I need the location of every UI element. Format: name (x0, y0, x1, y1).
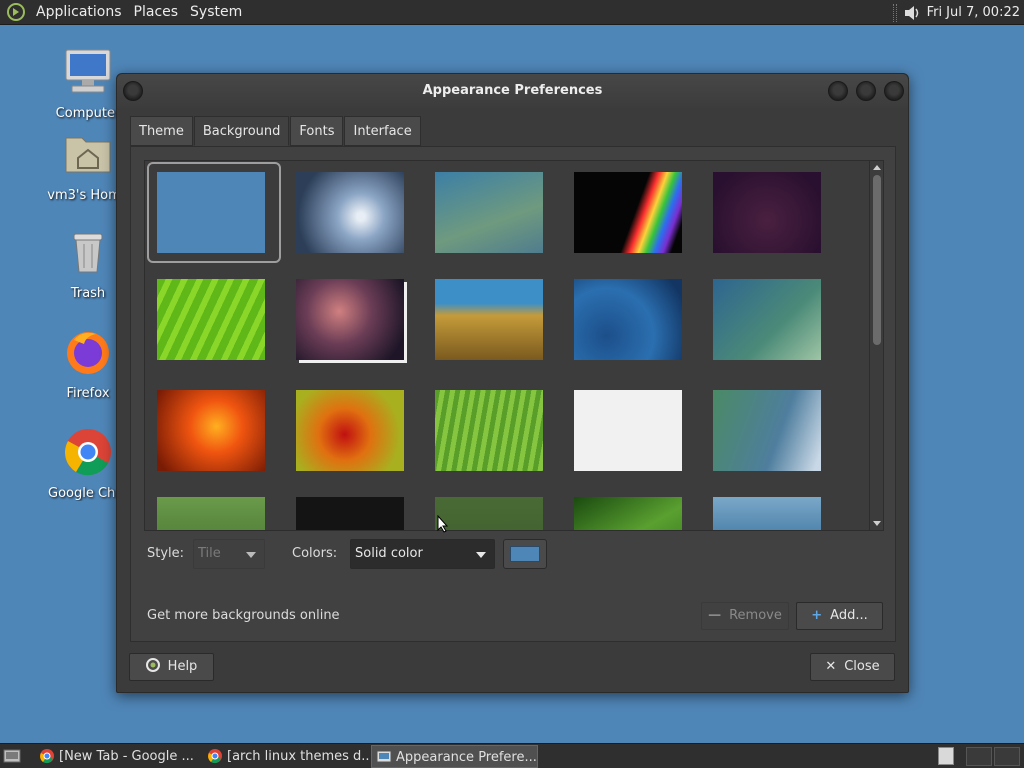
style-label: Style: (147, 546, 185, 561)
chevron-down-icon (476, 552, 486, 558)
help-button[interactable]: Help (129, 653, 214, 681)
chrome-icon (40, 749, 54, 764)
close-button[interactable]: ✕ Close (810, 653, 895, 681)
chrome-icon (64, 429, 111, 476)
chrome-icon (208, 749, 222, 764)
appearance-icon (376, 750, 392, 763)
tab-background[interactable]: Background (193, 116, 290, 146)
wallpaper-thumb-purple-flowers[interactable] (157, 497, 265, 530)
gallery-actions-row: Get more backgrounds online — Remove + Add… (131, 602, 895, 630)
gallery-scrollbar[interactable] (869, 161, 883, 530)
wallpaper-thumb-green-leaf[interactable] (157, 279, 265, 360)
clock[interactable]: Fri Jul 7, 00:22 (921, 5, 1024, 20)
wallpaper-thumb-wheat-field[interactable] (435, 279, 543, 360)
panel-separator (892, 3, 897, 22)
remove-label: Remove (729, 608, 782, 623)
wallpaper-thumb-red-marigold[interactable] (296, 390, 404, 471)
wallpaper-thumb-solid-blue[interactable] (157, 172, 265, 253)
mate-logo-icon[interactable] (6, 2, 26, 22)
colors-label: Colors: (292, 546, 338, 561)
wallpaper-thumb-green-leaves[interactable] (574, 497, 682, 530)
background-tab-panel: Style: Tile Colors: Solid color Get more… (130, 146, 896, 642)
task-label: Appearance Prefere... (396, 750, 537, 765)
task-new-tab[interactable]: [New Tab - Google ... (35, 745, 201, 768)
system-menu[interactable]: System (184, 4, 248, 20)
style-colors-row: Style: Tile Colors: Solid color (131, 539, 895, 569)
scroll-up-arrow-icon[interactable] (873, 165, 881, 170)
window-title: Appearance Preferences (422, 83, 603, 98)
top-panel: Applications Places System Fri Jul 7, 00… (0, 0, 1024, 25)
wallpaper-thumb-orange-flower[interactable] (157, 390, 265, 471)
close-icon: ✕ (825, 659, 837, 674)
bottom-taskbar: [New Tab - Google ... [arch linux themes… (0, 743, 1024, 768)
applications-menu[interactable]: Applications (30, 4, 128, 20)
wallpaper-thumb-green-grass[interactable] (435, 390, 543, 471)
task-appearance-preferences[interactable]: Appearance Prefere... (371, 745, 538, 768)
appearance-preferences-window: Appearance Preferences Theme Background … (116, 73, 909, 693)
wallpaper-thumb-blue-abstract[interactable] (713, 497, 821, 530)
trash-applet-icon[interactable] (938, 747, 954, 765)
tab-fonts[interactable]: Fonts (290, 116, 344, 146)
help-label: Help (167, 659, 198, 674)
wallpaper-thumb-arch-prism[interactable] (574, 172, 682, 253)
wallpaper-thumb-green-blue-wave[interactable] (713, 390, 821, 471)
scroll-down-arrow-icon[interactable] (873, 521, 881, 526)
places-menu[interactable]: Places (128, 4, 185, 20)
window-titlebar[interactable]: Appearance Preferences (117, 74, 908, 108)
remove-button[interactable]: — Remove (701, 602, 789, 630)
add-button[interactable]: + Add... (796, 602, 883, 630)
wallpaper-thumb-blue-green-blur[interactable] (435, 172, 543, 253)
wallpaper-thumb-mate-dark[interactable] (296, 497, 404, 530)
style-dropdown[interactable]: Tile (193, 539, 265, 569)
task-label: [arch linux themes d... (227, 749, 369, 764)
firefox-icon (67, 332, 109, 374)
minus-icon: — (708, 608, 722, 623)
tab-bar: Theme Background Fonts Interface (130, 116, 422, 146)
computer-icon (65, 49, 111, 93)
colors-dropdown[interactable]: Solid color (350, 539, 495, 569)
wallpaper-gallery (144, 160, 884, 531)
more-backgrounds-link[interactable]: Get more backgrounds online (147, 602, 340, 630)
close-label: Close (844, 659, 880, 674)
wallpaper-thumb-purple-space[interactable] (713, 172, 821, 253)
wallpaper-thumb-mate-green[interactable] (435, 497, 543, 530)
tab-interface[interactable]: Interface (344, 116, 421, 146)
mouse-pointer-icon (437, 515, 449, 533)
volume-icon[interactable] (903, 4, 921, 22)
color-swatch (510, 546, 540, 562)
window-menu-button[interactable] (123, 81, 143, 101)
show-desktop-icon[interactable] (3, 748, 21, 764)
minimize-button[interactable] (828, 81, 848, 101)
help-icon (145, 658, 160, 672)
chevron-down-icon (246, 552, 256, 558)
add-label: Add... (830, 608, 868, 623)
task-label: [New Tab - Google ... (59, 749, 194, 764)
trash-icon (73, 233, 103, 273)
wallpaper-thumb-mate-white[interactable] (574, 390, 682, 471)
task-arch-themes[interactable]: [arch linux themes d... (203, 745, 369, 768)
workspace-2[interactable] (994, 747, 1020, 766)
wallpaper-thumb-water-drop[interactable] (296, 172, 404, 253)
close-window-button[interactable] (884, 81, 904, 101)
colors-dropdown-value: Solid color (355, 546, 423, 561)
wallpaper-thumb-teal-green-dots[interactable] (713, 279, 821, 360)
maximize-button[interactable] (856, 81, 876, 101)
wallpaper-thumb-nebula[interactable] (296, 279, 404, 360)
workspace-1[interactable] (966, 747, 992, 766)
color-picker-button[interactable] (503, 539, 547, 569)
style-dropdown-value: Tile (198, 546, 221, 561)
tab-theme[interactable]: Theme (130, 116, 193, 146)
scroll-thumb[interactable] (873, 175, 881, 345)
home-folder-icon (65, 137, 111, 173)
plus-icon: + (811, 608, 823, 623)
wallpaper-thumb-blue-water[interactable] (574, 279, 682, 360)
